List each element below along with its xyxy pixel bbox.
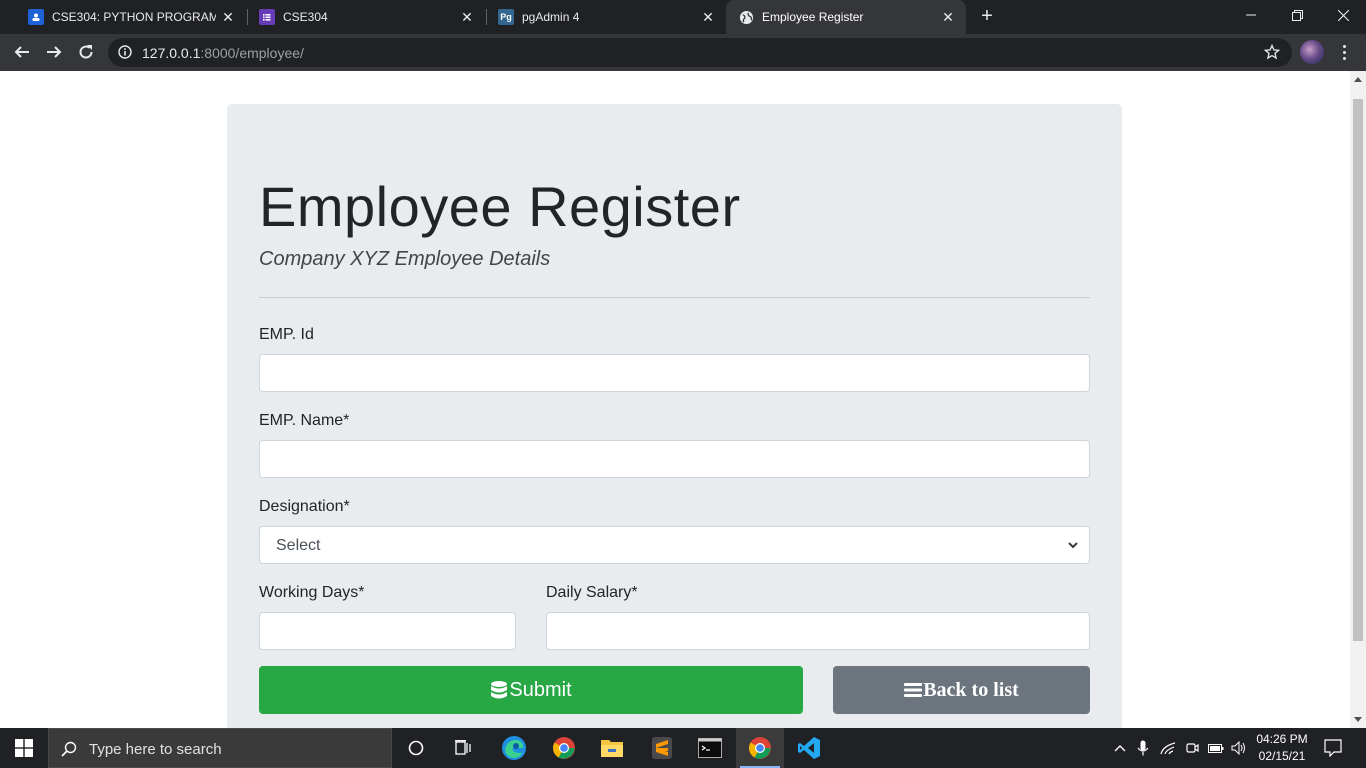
scroll-up-arrow-icon[interactable] [1354,77,1362,82]
sublime-text-app[interactable] [638,728,686,768]
classroom-icon [28,9,44,25]
file-explorer-app[interactable] [588,728,636,768]
page-subtitle: Company XYZ Employee Details [259,248,551,270]
network-icon[interactable] [1160,740,1176,756]
windows-taskbar: Type here to search 04:26 PM 02/15/21 [0,728,1366,768]
chevron-down-icon [1068,542,1078,549]
tab-title: CSE304 [283,10,328,24]
tab-classroom[interactable]: CSE304: PYTHON PROGRAMMIN ✕ [8,0,246,34]
pgadmin-icon: Pg [498,9,514,25]
edge-app[interactable] [490,728,538,768]
back-button[interactable] [8,38,36,66]
profile-avatar[interactable] [1300,40,1324,64]
terminal-icon [698,738,722,758]
minimize-button[interactable] [1228,0,1274,30]
tab-title: Employee Register [762,10,864,24]
show-hidden-icons-chevron-up-icon[interactable] [1112,740,1128,756]
forward-button[interactable] [40,38,68,66]
notification-center-icon[interactable] [1324,739,1342,757]
database-icon [491,681,508,699]
forms-icon [259,9,275,25]
submit-button-label: Submit [509,678,572,701]
file-explorer-icon [601,740,623,757]
close-window-button[interactable] [1320,0,1366,30]
scroll-thumb[interactable] [1353,99,1363,641]
emp-name-input[interactable] [259,440,1090,478]
back-to-list-button[interactable]: Back to list [833,666,1090,714]
chrome-icon [553,737,575,759]
task-view-button[interactable] [440,728,488,768]
page-viewport: Employee Register Company XYZ Employee D… [0,71,1350,728]
designation-label: Designation* [259,498,350,515]
arrow-right-icon [47,46,62,58]
tab-close-icon[interactable]: ✕ [220,9,236,25]
search-icon [61,741,77,757]
bookmark-star-icon[interactable] [1264,44,1280,60]
windows-logo-icon [15,739,33,757]
scroll-down-arrow-icon[interactable] [1354,717,1362,722]
working-days-label: Working Days* [259,584,365,601]
employee-form-card: Employee Register Company XYZ Employee D… [227,104,1122,728]
emp-name-label: EMP. Name* [259,412,350,429]
chrome-app[interactable] [540,728,588,768]
vscode-icon [798,737,820,759]
taskbar-search-box[interactable]: Type here to search [48,728,392,768]
clock-date: 02/15/21 [1258,749,1306,763]
meet-now-icon[interactable] [1184,740,1200,756]
daily-salary-input[interactable] [546,612,1090,650]
microphone-icon[interactable] [1135,740,1151,756]
browser-tab-strip: CSE304: PYTHON PROGRAMMIN ✕ CSE304 ✕ Pg … [0,0,1366,34]
sublime-text-icon [652,737,672,759]
daily-salary-label: Daily Salary* [546,584,638,601]
search-placeholder: Type here to search [89,741,222,758]
task-view-icon [455,740,471,755]
info-icon[interactable] [118,45,132,59]
submit-button[interactable]: Submit [259,666,803,714]
tab-employee-register[interactable]: Employee Register ✕ [726,0,966,34]
address-bar[interactable]: 127.0.0.1:8000/employee/ [108,38,1292,67]
designation-selected-value: Select [276,537,321,554]
clock-time: 04:26 PM [1256,732,1308,746]
cortana-button[interactable] [392,728,440,768]
start-button[interactable] [0,728,48,768]
tab-forms[interactable]: CSE304 ✕ [239,0,485,34]
vscode-app[interactable] [785,728,833,768]
working-days-input[interactable] [259,612,516,650]
list-icon [904,683,923,697]
system-clock[interactable]: 04:26 PM 02/15/21 [1252,731,1312,765]
tab-pgadmin[interactable]: Pg pgAdmin 4 ✕ [478,0,726,34]
divider [259,297,1090,298]
browser-toolbar: 127.0.0.1:8000/employee/ [0,34,1366,71]
chrome-icon [749,737,771,759]
volume-icon[interactable] [1231,740,1247,756]
tab-close-icon[interactable]: ✕ [700,9,716,25]
tab-close-icon[interactable]: ✕ [459,9,475,25]
terminal-app[interactable] [686,728,734,768]
reload-button[interactable] [72,38,100,66]
designation-select[interactable]: Select [259,526,1090,564]
edge-icon [502,736,526,760]
page-title: Employee Register [259,175,741,238]
url-text[interactable]: 127.0.0.1:8000/employee/ [142,45,304,61]
arrow-left-icon [14,46,29,58]
cortana-icon [408,740,424,756]
browser-menu-icon[interactable] [1336,43,1352,61]
emp-id-label: EMP. Id [259,326,314,343]
reload-icon [79,45,93,59]
tab-title: pgAdmin 4 [522,10,580,24]
page-scrollbar[interactable] [1350,71,1366,728]
back-to-list-label: Back to list [923,678,1019,701]
battery-icon[interactable] [1208,740,1224,756]
tab-title: CSE304: PYTHON PROGRAMMIN [52,10,216,24]
globe-icon [738,9,754,25]
tab-close-icon[interactable]: ✕ [940,9,956,25]
chrome-app-active[interactable] [736,728,784,768]
restore-button[interactable] [1274,0,1320,30]
new-tab-button[interactable]: + [976,6,998,28]
emp-id-input[interactable] [259,354,1090,392]
